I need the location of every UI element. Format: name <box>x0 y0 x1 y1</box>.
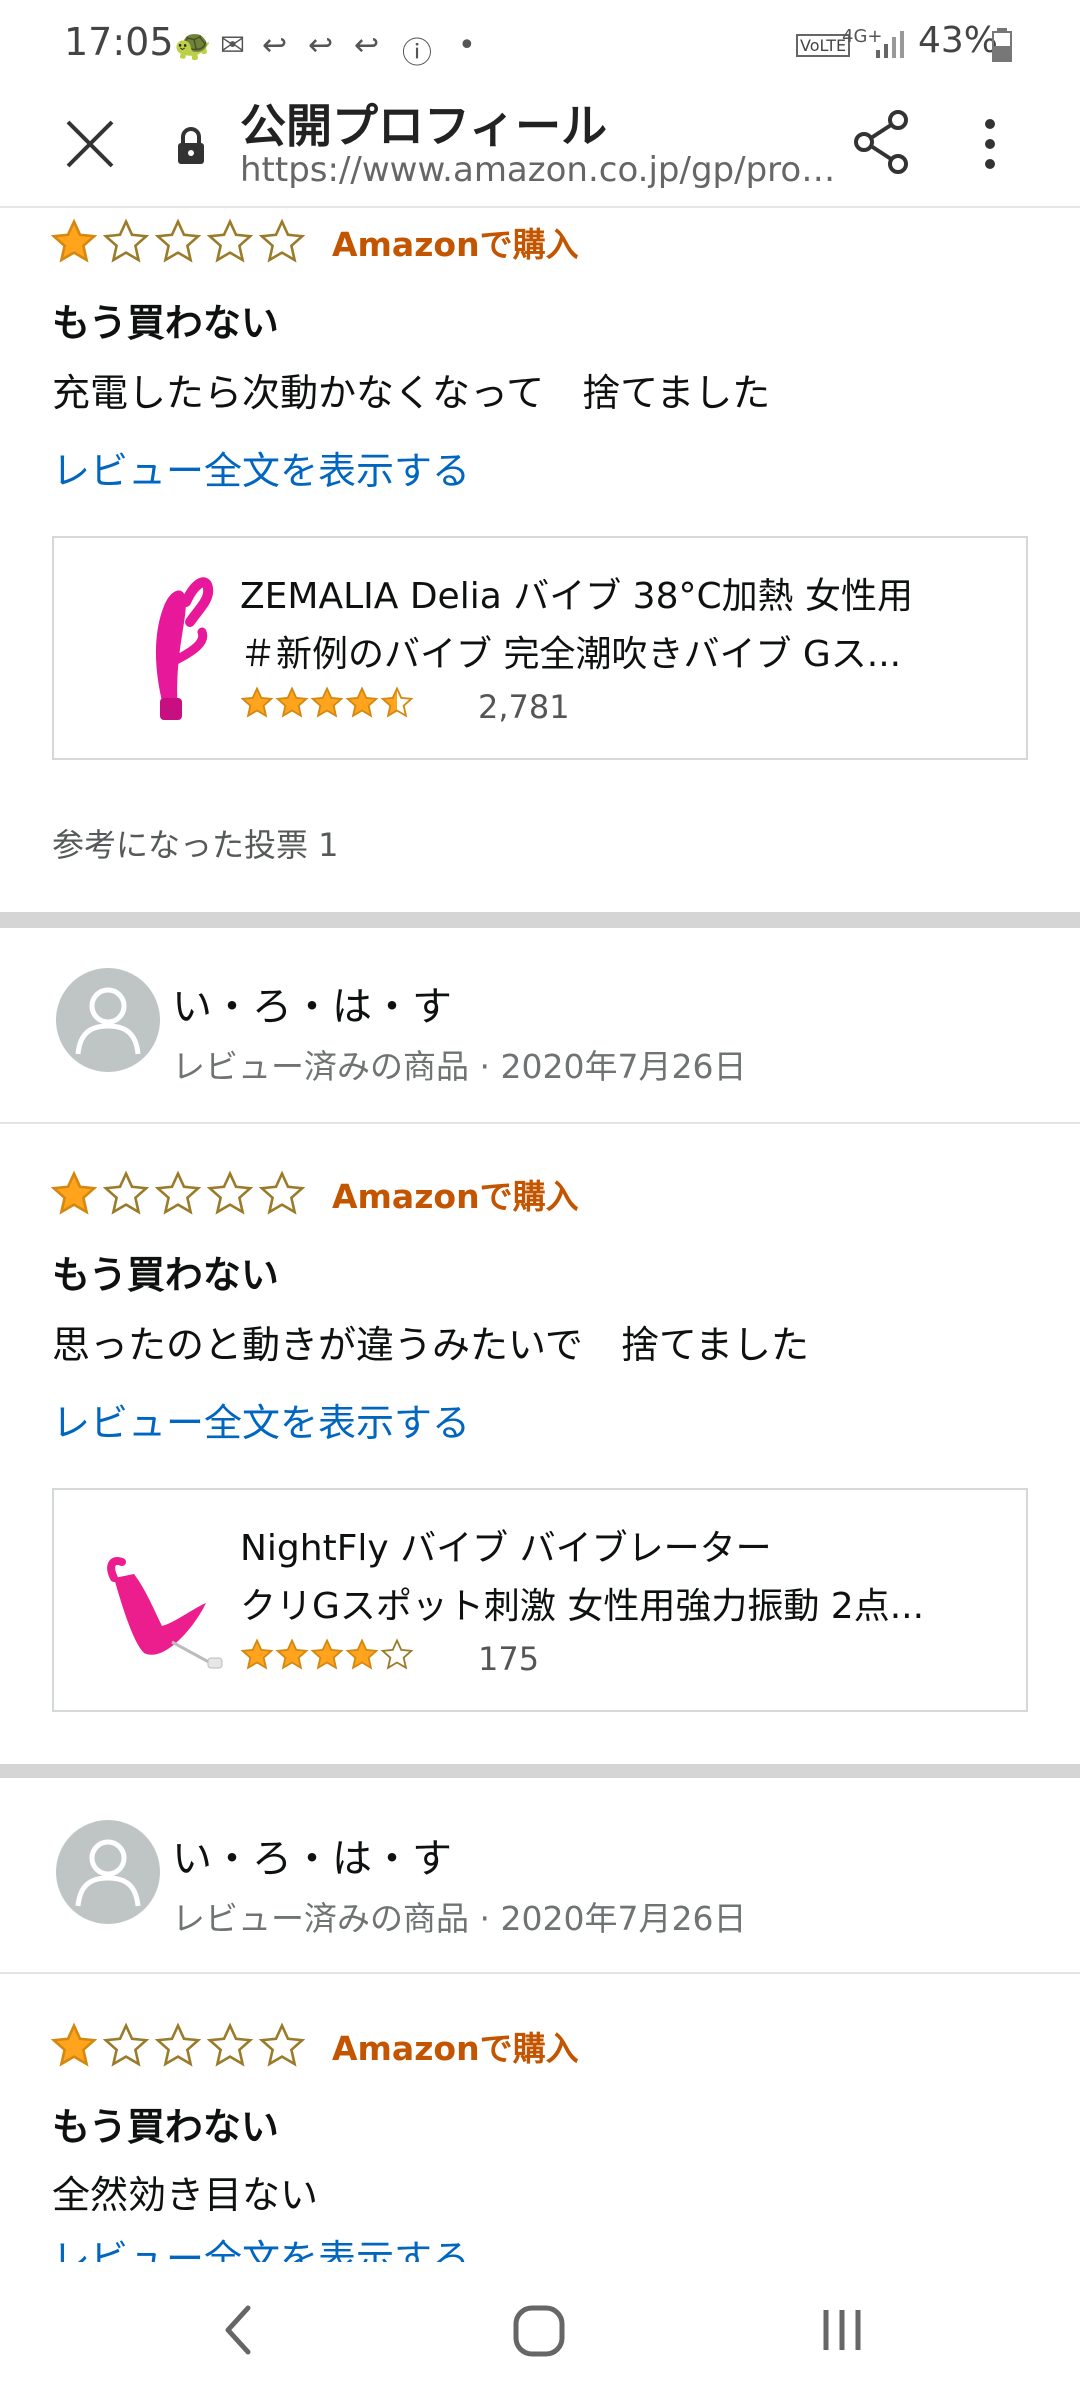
share-icon[interactable] <box>852 110 910 174</box>
recents-icon[interactable] <box>820 2306 864 2354</box>
star-full-icon <box>240 1638 274 1670</box>
lock-icon <box>178 127 204 164</box>
review-stars <box>50 218 310 274</box>
star-empty-icon <box>154 2022 202 2067</box>
tortoise-icon: 🐢 <box>174 28 212 63</box>
divider <box>0 1972 1080 1974</box>
product-rating-stars <box>240 686 415 720</box>
star-empty-icon <box>102 1170 150 1215</box>
review-title: もう買わない <box>52 1253 279 1297</box>
star-empty-icon <box>102 218 150 263</box>
page-title: 公開プロフィール <box>240 99 608 153</box>
star-empty-icon <box>258 2022 306 2067</box>
pink-rabbit-product-image <box>155 577 214 720</box>
user-icon <box>75 1839 141 1907</box>
review-title: もう買わない <box>52 2105 279 2149</box>
product-rating-stars <box>240 1638 415 1672</box>
product-name-line-1: ZEMALIA Delia バイブ 38°C加熱 女性用 <box>240 576 914 617</box>
user-icon <box>75 987 141 1055</box>
product-name-line-2: ＃新例のバイブ 完全潮吹きバイブ Gス... <box>240 634 902 675</box>
reply-icon: ↩ <box>354 28 380 63</box>
product-card[interactable]: ZEMALIA Delia バイブ 38°C加熱 女性用 ＃新例のバイブ 完全潮… <box>52 536 1028 760</box>
star-empty-icon <box>206 218 254 263</box>
star-full-icon <box>345 686 379 718</box>
verified-purchase-badge: Amazonで購入 <box>332 225 579 264</box>
review-meta: レビュー済みの商品 · 2020年7月26日 <box>172 1047 747 1086</box>
helpful-votes: 参考になった投票 1 <box>52 826 339 864</box>
home-icon[interactable] <box>512 2304 566 2358</box>
clipped-link-wrapper: レビュー全文を表示する <box>0 2230 1080 2264</box>
read-full-review-link[interactable]: レビュー全文を表示する <box>52 440 470 495</box>
product-name: ZEMALIA Delia バイブ 38°C加熱 女性用 ＃新例のバイブ 完全潮… <box>240 568 1000 684</box>
product-name-line-2: クリGスポット刺激 女性用強力振動 2点... <box>240 1586 925 1627</box>
battery-icon <box>992 28 1012 62</box>
status-time: 17:05 <box>64 20 174 64</box>
divider <box>0 1122 1080 1124</box>
review-stars <box>50 1170 310 1226</box>
review-meta: レビュー済みの商品 · 2020年7月26日 <box>172 1899 747 1938</box>
star-empty-icon <box>380 1638 414 1670</box>
star-full-icon <box>310 686 344 718</box>
star-empty-icon <box>206 2022 254 2067</box>
battery-percent: 43% <box>918 20 999 61</box>
signal-icon <box>876 31 904 58</box>
reply-icon: ↩ <box>308 28 334 63</box>
review-body: 思ったのと動きが違うみたいで 捨てました <box>52 1323 809 1367</box>
review-stars <box>50 2022 310 2078</box>
section-separator <box>0 1764 1080 1778</box>
mail-icon: ✉ <box>220 28 246 63</box>
verified-purchase-badge: Amazonで購入 <box>332 2029 579 2068</box>
close-icon[interactable] <box>62 116 118 172</box>
product-name-line-1: NightFly バイブ バイブレーター <box>240 1528 772 1569</box>
star-full-icon <box>240 686 274 718</box>
product-rating-count: 2,781 <box>478 688 570 726</box>
review-body: 充電したら次動かなくなって 捨てました <box>52 371 771 415</box>
product-card[interactable]: NightFly バイブ バイブレーター クリGスポット刺激 女性用強力振動 2… <box>52 1488 1028 1712</box>
star-empty-icon <box>102 2022 150 2067</box>
star-full-icon <box>50 1170 98 1215</box>
star-empty-icon <box>154 218 202 263</box>
reply-icon: ↩ <box>262 28 288 63</box>
section-separator <box>0 912 1080 928</box>
star-empty-icon <box>206 1170 254 1215</box>
star-full-icon <box>345 1638 379 1670</box>
star-empty-icon <box>154 1170 202 1215</box>
verified-purchase-badge: Amazonで購入 <box>332 1177 579 1216</box>
star-full-icon <box>275 686 309 718</box>
avatar[interactable] <box>56 968 160 1072</box>
reviewer-name[interactable]: い・ろ・は・す <box>172 974 452 1032</box>
more-vert-icon[interactable] <box>982 114 998 174</box>
product-rating-count: 175 <box>478 1640 540 1678</box>
back-icon[interactable] <box>220 2302 256 2358</box>
star-empty-icon <box>258 218 306 263</box>
star-full-icon <box>50 2022 98 2067</box>
star-full-icon <box>310 1638 344 1670</box>
star-half-icon <box>380 686 414 718</box>
info-icon: ⓘ <box>402 36 432 71</box>
review-title: もう買わない <box>52 301 279 345</box>
star-full-icon <box>50 218 98 263</box>
page-url[interactable]: https://www.amazon.co.jp/gp/profile/am..… <box>240 150 850 190</box>
star-full-icon <box>275 1638 309 1670</box>
star-empty-icon <box>258 1170 306 1215</box>
navigation-bar <box>0 2262 1080 2400</box>
status-bar: 17:05 🐢 ✉ ↩ ↩ ↩ ⓘ • VoLTE 4G+ 43% <box>0 0 1080 86</box>
pink-product-image <box>107 1557 223 1669</box>
avatar[interactable] <box>56 1820 160 1924</box>
dot-icon: • <box>458 28 476 63</box>
read-full-review-link[interactable]: レビュー全文を表示する <box>52 1392 470 1447</box>
review-body: 全然効き目ない <box>52 2173 319 2217</box>
product-name: NightFly バイブ バイブレーター クリGスポット刺激 女性用強力振動 2… <box>240 1520 1000 1636</box>
reviewer-name[interactable]: い・ろ・は・す <box>172 1826 452 1884</box>
browser-toolbar: 公開プロフィール https://www.amazon.co.jp/gp/pro… <box>0 86 1080 208</box>
read-full-review-link[interactable]: レビュー全文を表示する <box>52 2230 470 2264</box>
